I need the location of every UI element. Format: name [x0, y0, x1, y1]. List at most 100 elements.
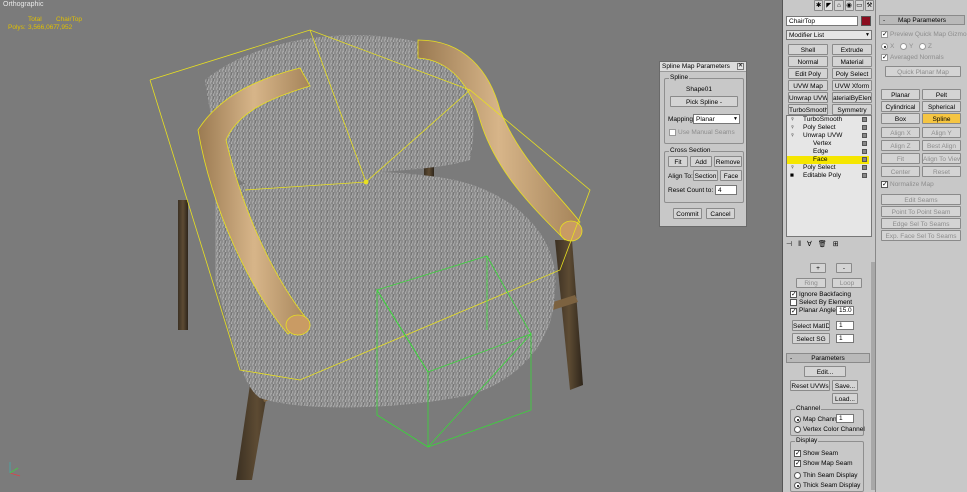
- sg-input[interactable]: 1: [836, 334, 854, 343]
- show-seam-checkbox[interactable]: ✓: [794, 450, 801, 457]
- center-button[interactable]: Center: [881, 166, 920, 177]
- show-end-result-icon[interactable]: ‖: [798, 240, 801, 250]
- modifier-stack-item[interactable]: Edge: [787, 148, 869, 156]
- modifier-button[interactable]: Edit Poly: [788, 68, 828, 79]
- preview-gizmo-checkbox[interactable]: ✓: [881, 31, 888, 38]
- shrink-selection-button[interactable]: -: [836, 263, 852, 273]
- modifier-list-dropdown[interactable]: Modifier List ▼: [786, 30, 872, 40]
- spherical-button[interactable]: Spherical: [922, 101, 961, 112]
- axis-z-radio[interactable]: [919, 43, 926, 50]
- axis-y-radio[interactable]: [900, 43, 907, 50]
- spline-button[interactable]: Spline: [922, 113, 961, 124]
- tree-line-icon[interactable]: ■: [790, 172, 794, 180]
- fit-button[interactable]: Fit: [668, 156, 688, 167]
- select-matid-button[interactable]: Select MatID: [792, 320, 830, 331]
- panel-scrollbar[interactable]: [871, 262, 875, 490]
- select-sg-button[interactable]: Select SG: [792, 333, 830, 344]
- reset-uvws-button[interactable]: Reset UVWs: [790, 380, 830, 391]
- modify-tab-icon[interactable]: ◤: [824, 0, 834, 11]
- reset-button[interactable]: Reset: [922, 166, 961, 177]
- cancel-button[interactable]: Cancel: [706, 208, 735, 219]
- reset-count-input[interactable]: 4: [715, 185, 737, 195]
- ignore-backfacing-checkbox[interactable]: ✓: [790, 291, 797, 298]
- best-align-button[interactable]: Best Align: [922, 140, 961, 151]
- map-parameters-header[interactable]: - Map Parameters: [879, 15, 965, 25]
- modifier-button[interactable]: Unwrap UVW: [788, 92, 828, 103]
- pick-spline-button[interactable]: Pick Spline -: [670, 96, 738, 107]
- modifier-stack-item[interactable]: ♀ Poly Select: [787, 164, 869, 172]
- viewport-label[interactable]: Orthographic: [3, 1, 43, 8]
- pelt-button[interactable]: Pelt: [922, 89, 961, 100]
- modifier-button[interactable]: Material: [832, 56, 872, 67]
- dialog-titlebar[interactable]: Spline Map Parameters ✕: [660, 62, 746, 72]
- modifier-button[interactable]: UVW Xform: [832, 80, 872, 91]
- thick-seam-radio[interactable]: [794, 482, 801, 489]
- thin-seam-radio[interactable]: [794, 472, 801, 479]
- object-name-field[interactable]: ChairTop: [786, 16, 858, 26]
- modifier-button[interactable]: Shell: [788, 44, 828, 55]
- loop-button[interactable]: Loop: [832, 278, 862, 288]
- grow-selection-button[interactable]: +: [810, 263, 826, 273]
- ring-button[interactable]: Ring: [796, 278, 826, 288]
- pin-stack-icon[interactable]: ⊣: [786, 240, 792, 250]
- save-button[interactable]: Save...: [832, 380, 858, 391]
- show-map-seam-checkbox[interactable]: ✓: [794, 460, 801, 467]
- utilities-tab-icon[interactable]: ⚒: [864, 0, 875, 11]
- axis-x-radio[interactable]: [881, 43, 888, 50]
- remove-modifier-icon[interactable]: 🗑: [818, 240, 827, 250]
- light-bulb-icon[interactable]: ♀: [790, 116, 795, 124]
- light-bulb-icon[interactable]: ♀: [790, 164, 795, 172]
- display-tab-icon[interactable]: ▭: [854, 0, 864, 11]
- modifier-toggle-icon[interactable]: [862, 149, 867, 154]
- modifier-button[interactable]: aterialByEleme: [832, 92, 872, 103]
- averaged-normals-checkbox[interactable]: ✓: [881, 54, 888, 61]
- planar-angle-checkbox[interactable]: ✓: [790, 308, 797, 315]
- modifier-toggle-icon[interactable]: [862, 133, 867, 138]
- align-z-button[interactable]: Align Z: [881, 140, 920, 151]
- modifier-button[interactable]: UVW Map: [788, 80, 828, 91]
- map-channel-radio[interactable]: [794, 416, 801, 423]
- box-button[interactable]: Box: [881, 113, 920, 124]
- close-icon[interactable]: ✕: [737, 63, 744, 70]
- quick-planar-map-button[interactable]: Quick Planar Map: [885, 66, 961, 77]
- map-channel-input[interactable]: 1: [836, 414, 854, 423]
- matid-input[interactable]: 1: [836, 321, 854, 330]
- modifier-button[interactable]: Poly Select: [832, 68, 872, 79]
- edge-sel-to-seams-button[interactable]: Edge Sel To Seams: [881, 218, 961, 229]
- light-bulb-icon[interactable]: ♀: [790, 124, 795, 132]
- light-bulb-icon[interactable]: ♀: [790, 132, 795, 140]
- modifier-button[interactable]: Symmetry: [832, 104, 872, 115]
- commit-button[interactable]: Commit: [673, 208, 702, 219]
- mapping-select[interactable]: Planar ▼: [693, 114, 740, 124]
- align-section-button[interactable]: Section: [693, 170, 718, 181]
- modifier-toggle-icon[interactable]: [862, 173, 867, 178]
- align-x-button[interactable]: Align X: [881, 127, 920, 138]
- load-button[interactable]: Load...: [832, 393, 858, 404]
- point-to-point-seam-button[interactable]: Point To Point Seam: [881, 206, 961, 217]
- modifier-toggle-icon[interactable]: [862, 165, 867, 170]
- edit-uvw-button[interactable]: Edit...: [804, 366, 846, 377]
- cylindrical-button[interactable]: Cylindrical: [881, 101, 920, 112]
- modifier-button[interactable]: Extrude: [832, 44, 872, 55]
- planar-angle-input[interactable]: 15.0: [836, 306, 854, 315]
- align-to-view-button[interactable]: Align To View: [922, 153, 961, 164]
- add-button[interactable]: Add: [690, 156, 712, 167]
- fit-button[interactable]: Fit: [881, 153, 920, 164]
- modifier-stack[interactable]: ♀ TurboSmooth ♀ Poly Select ♀ Unwrap UVW Verte…: [786, 115, 872, 237]
- make-unique-icon[interactable]: ∀: [807, 240, 812, 250]
- parameters-rollout-header[interactable]: - Parameters: [786, 353, 870, 363]
- hierarchy-tab-icon[interactable]: ⌂: [834, 0, 844, 11]
- select-by-element-checkbox[interactable]: [790, 299, 797, 306]
- modifier-toggle-icon[interactable]: [862, 125, 867, 130]
- normalize-map-checkbox[interactable]: ✓: [881, 181, 888, 188]
- use-manual-seams-checkbox[interactable]: [669, 129, 676, 136]
- configure-sets-icon[interactable]: ⊞: [833, 240, 839, 250]
- modifier-stack-item[interactable]: ■ Editable Poly: [787, 172, 869, 180]
- remove-button[interactable]: Remove: [714, 156, 742, 167]
- modifier-stack-item[interactable]: Face: [787, 156, 869, 164]
- modifier-toggle-icon[interactable]: [862, 157, 867, 162]
- align-face-button[interactable]: Face: [720, 170, 742, 181]
- modifier-button[interactable]: TurboSmooth: [788, 104, 828, 115]
- object-color-swatch[interactable]: [861, 16, 871, 26]
- exp-face-sel-to-seams-button[interactable]: Exp. Face Sel To Seams: [881, 230, 961, 241]
